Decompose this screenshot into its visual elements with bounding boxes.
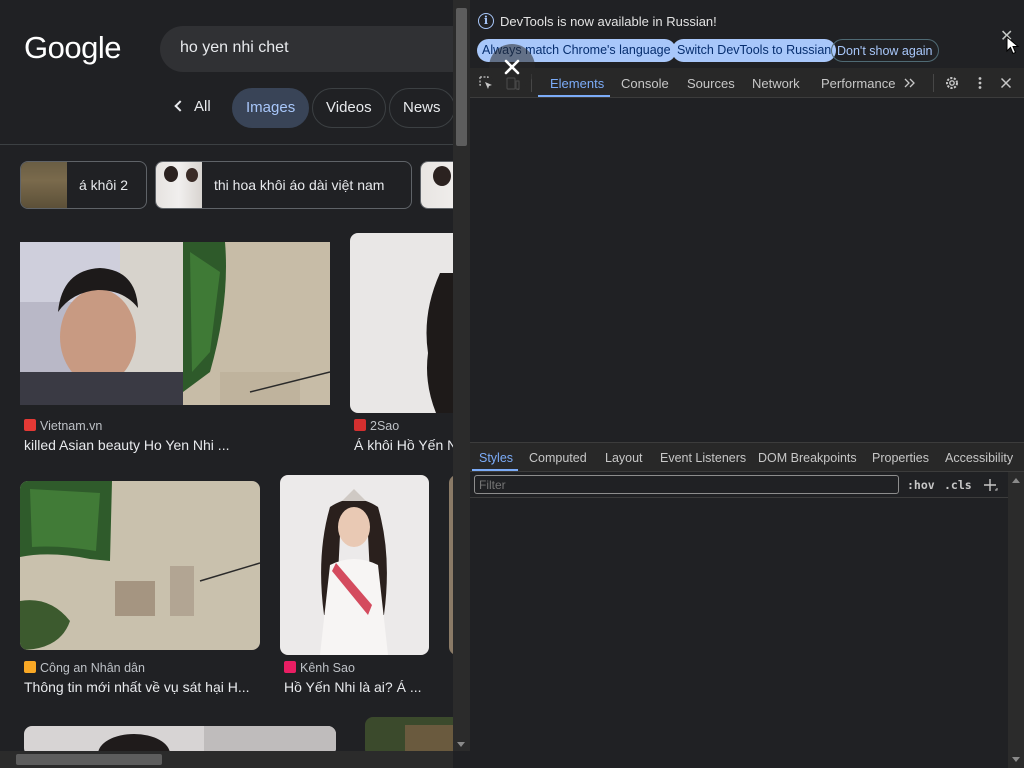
close-devtools-icon[interactable] <box>998 75 1014 91</box>
result-source-label: Kênh Sao <box>300 661 355 675</box>
related-thumbnail <box>421 162 453 208</box>
related-search-label: á khôi 2 <box>79 177 129 193</box>
related-search-3[interactable] <box>420 161 453 209</box>
result-source: 2Sao <box>354 419 399 433</box>
result-source-label: Vietnam.vn <box>40 419 103 433</box>
result-photo <box>20 481 260 650</box>
result-title[interactable]: Á khôi Hồ Yến N <box>354 437 453 453</box>
result-title[interactable]: Thông tin mới nhất về vụ sát hại H... <box>24 679 250 695</box>
filter-news-label: News <box>403 99 441 116</box>
site-favicon-icon <box>24 661 36 673</box>
result-photo <box>20 242 330 405</box>
tab-accessibility[interactable]: Accessibility <box>945 451 1013 465</box>
filter-all[interactable]: All <box>170 88 217 128</box>
tab-dom-breakpoints[interactable]: DOM Breakpoints <box>758 451 857 465</box>
styles-filter-bar: :hov .cls <box>470 472 1008 498</box>
header-divider <box>0 144 453 145</box>
class-toggle[interactable]: .cls <box>944 478 972 492</box>
scroll-up-arrow-icon[interactable] <box>1012 478 1020 483</box>
more-tabs-chevron-icon[interactable] <box>902 75 918 91</box>
filter-videos[interactable]: Videos <box>312 88 386 128</box>
result-title[interactable]: killed Asian beauty Ho Yen Nhi ... <box>24 437 229 453</box>
search-box[interactable]: ho yen nhi chet <box>160 26 453 72</box>
info-icon: i <box>478 13 494 29</box>
more-options-kebab-icon[interactable] <box>972 75 988 91</box>
language-infobar: i DevTools is now available in Russian! … <box>470 0 1024 68</box>
hover-state-toggle[interactable]: :hov <box>907 478 935 492</box>
result-image[interactable] <box>280 475 429 655</box>
related-search-1[interactable]: á khôi 2 <box>20 161 147 209</box>
tab-performance[interactable]: Performance <box>821 76 895 91</box>
tab-event-listeners[interactable]: Event Listeners <box>660 451 746 465</box>
related-search-2[interactable]: thi hoa khôi áo dài việt nam <box>155 161 412 209</box>
filter-images[interactable]: Images <box>232 88 310 128</box>
related-thumbnail <box>21 162 67 208</box>
scrollbar-thumb[interactable] <box>16 754 162 765</box>
site-favicon-icon <box>354 419 366 431</box>
infobar-message: DevTools is now available in Russian! <box>500 14 717 29</box>
elements-sidebar-tabs: Styles Computed Layout Event Listeners D… <box>470 443 1024 472</box>
result-title[interactable]: Hồ Yến Nhi là ai? Á ... <box>284 679 421 695</box>
overlay-close-button[interactable] <box>489 44 535 90</box>
scroll-down-arrow-icon[interactable] <box>457 742 465 747</box>
toolbar-separator <box>933 74 934 92</box>
result-image[interactable] <box>350 233 453 413</box>
filter-videos-label: Videos <box>326 99 372 116</box>
tab-properties[interactable]: Properties <box>872 451 929 465</box>
site-favicon-icon <box>24 419 36 431</box>
devtools-main-toolbar: Elements Console Sources Network Perform… <box>470 68 1024 98</box>
tab-elements[interactable]: Elements <box>550 76 604 91</box>
close-icon <box>504 59 520 75</box>
result-photo <box>350 233 453 413</box>
scroll-down-arrow-icon[interactable] <box>1012 757 1020 762</box>
tab-sources[interactable]: Sources <box>687 76 735 91</box>
result-source: Công an Nhân dân <box>24 661 145 675</box>
tab-styles[interactable]: Styles <box>479 451 513 465</box>
google-images-page: Google ho yen nhi chet All Images Videos… <box>0 0 453 768</box>
page-vertical-scrollbar[interactable] <box>453 0 470 751</box>
scrollbar-thumb[interactable] <box>456 8 467 146</box>
result-source: Vietnam.vn <box>24 419 102 433</box>
site-favicon-icon <box>284 661 296 673</box>
filter-images-label: Images <box>246 99 296 116</box>
styles-filter-input[interactable] <box>474 475 899 494</box>
result-photo <box>280 475 429 655</box>
google-logo[interactable]: Google <box>24 30 121 66</box>
search-input[interactable]: ho yen nhi chet <box>180 39 289 57</box>
settings-gear-icon[interactable] <box>944 75 960 91</box>
result-image[interactable] <box>20 481 260 650</box>
styles-pane[interactable] <box>470 498 1008 768</box>
active-subtab-indicator <box>472 469 518 471</box>
result-source-label: Công an Nhân dân <box>40 661 145 675</box>
result-source-label: 2Sao <box>370 419 400 433</box>
switch-to-russian-button[interactable]: Switch DevTools to Russian <box>672 39 837 62</box>
styles-scrollbar[interactable] <box>1008 472 1024 768</box>
related-thumbnail <box>156 162 202 208</box>
dont-show-again-button[interactable]: Don't show again <box>831 39 939 62</box>
new-style-rule-plus-icon[interactable] <box>982 477 998 493</box>
mouse-cursor-icon <box>1006 36 1020 55</box>
result-image[interactable] <box>20 242 330 405</box>
tab-computed[interactable]: Computed <box>529 451 587 465</box>
chevron-left-icon <box>174 100 186 112</box>
devtools-panel: i DevTools is now available in Russian! … <box>470 0 1024 768</box>
screen: Google ho yen nhi chet All Images Videos… <box>0 0 1024 768</box>
filter-news[interactable]: News <box>389 88 453 128</box>
filter-all-label: All <box>194 98 211 115</box>
tab-layout[interactable]: Layout <box>605 451 643 465</box>
tab-console[interactable]: Console <box>621 76 669 91</box>
active-tab-indicator <box>538 95 610 97</box>
tab-network[interactable]: Network <box>752 76 800 91</box>
elements-dom-tree[interactable] <box>470 99 1024 442</box>
related-search-label: thi hoa khôi áo dài việt nam <box>214 177 385 193</box>
result-source: Kênh Sao <box>284 661 355 675</box>
page-horizontal-scrollbar[interactable] <box>0 751 453 768</box>
